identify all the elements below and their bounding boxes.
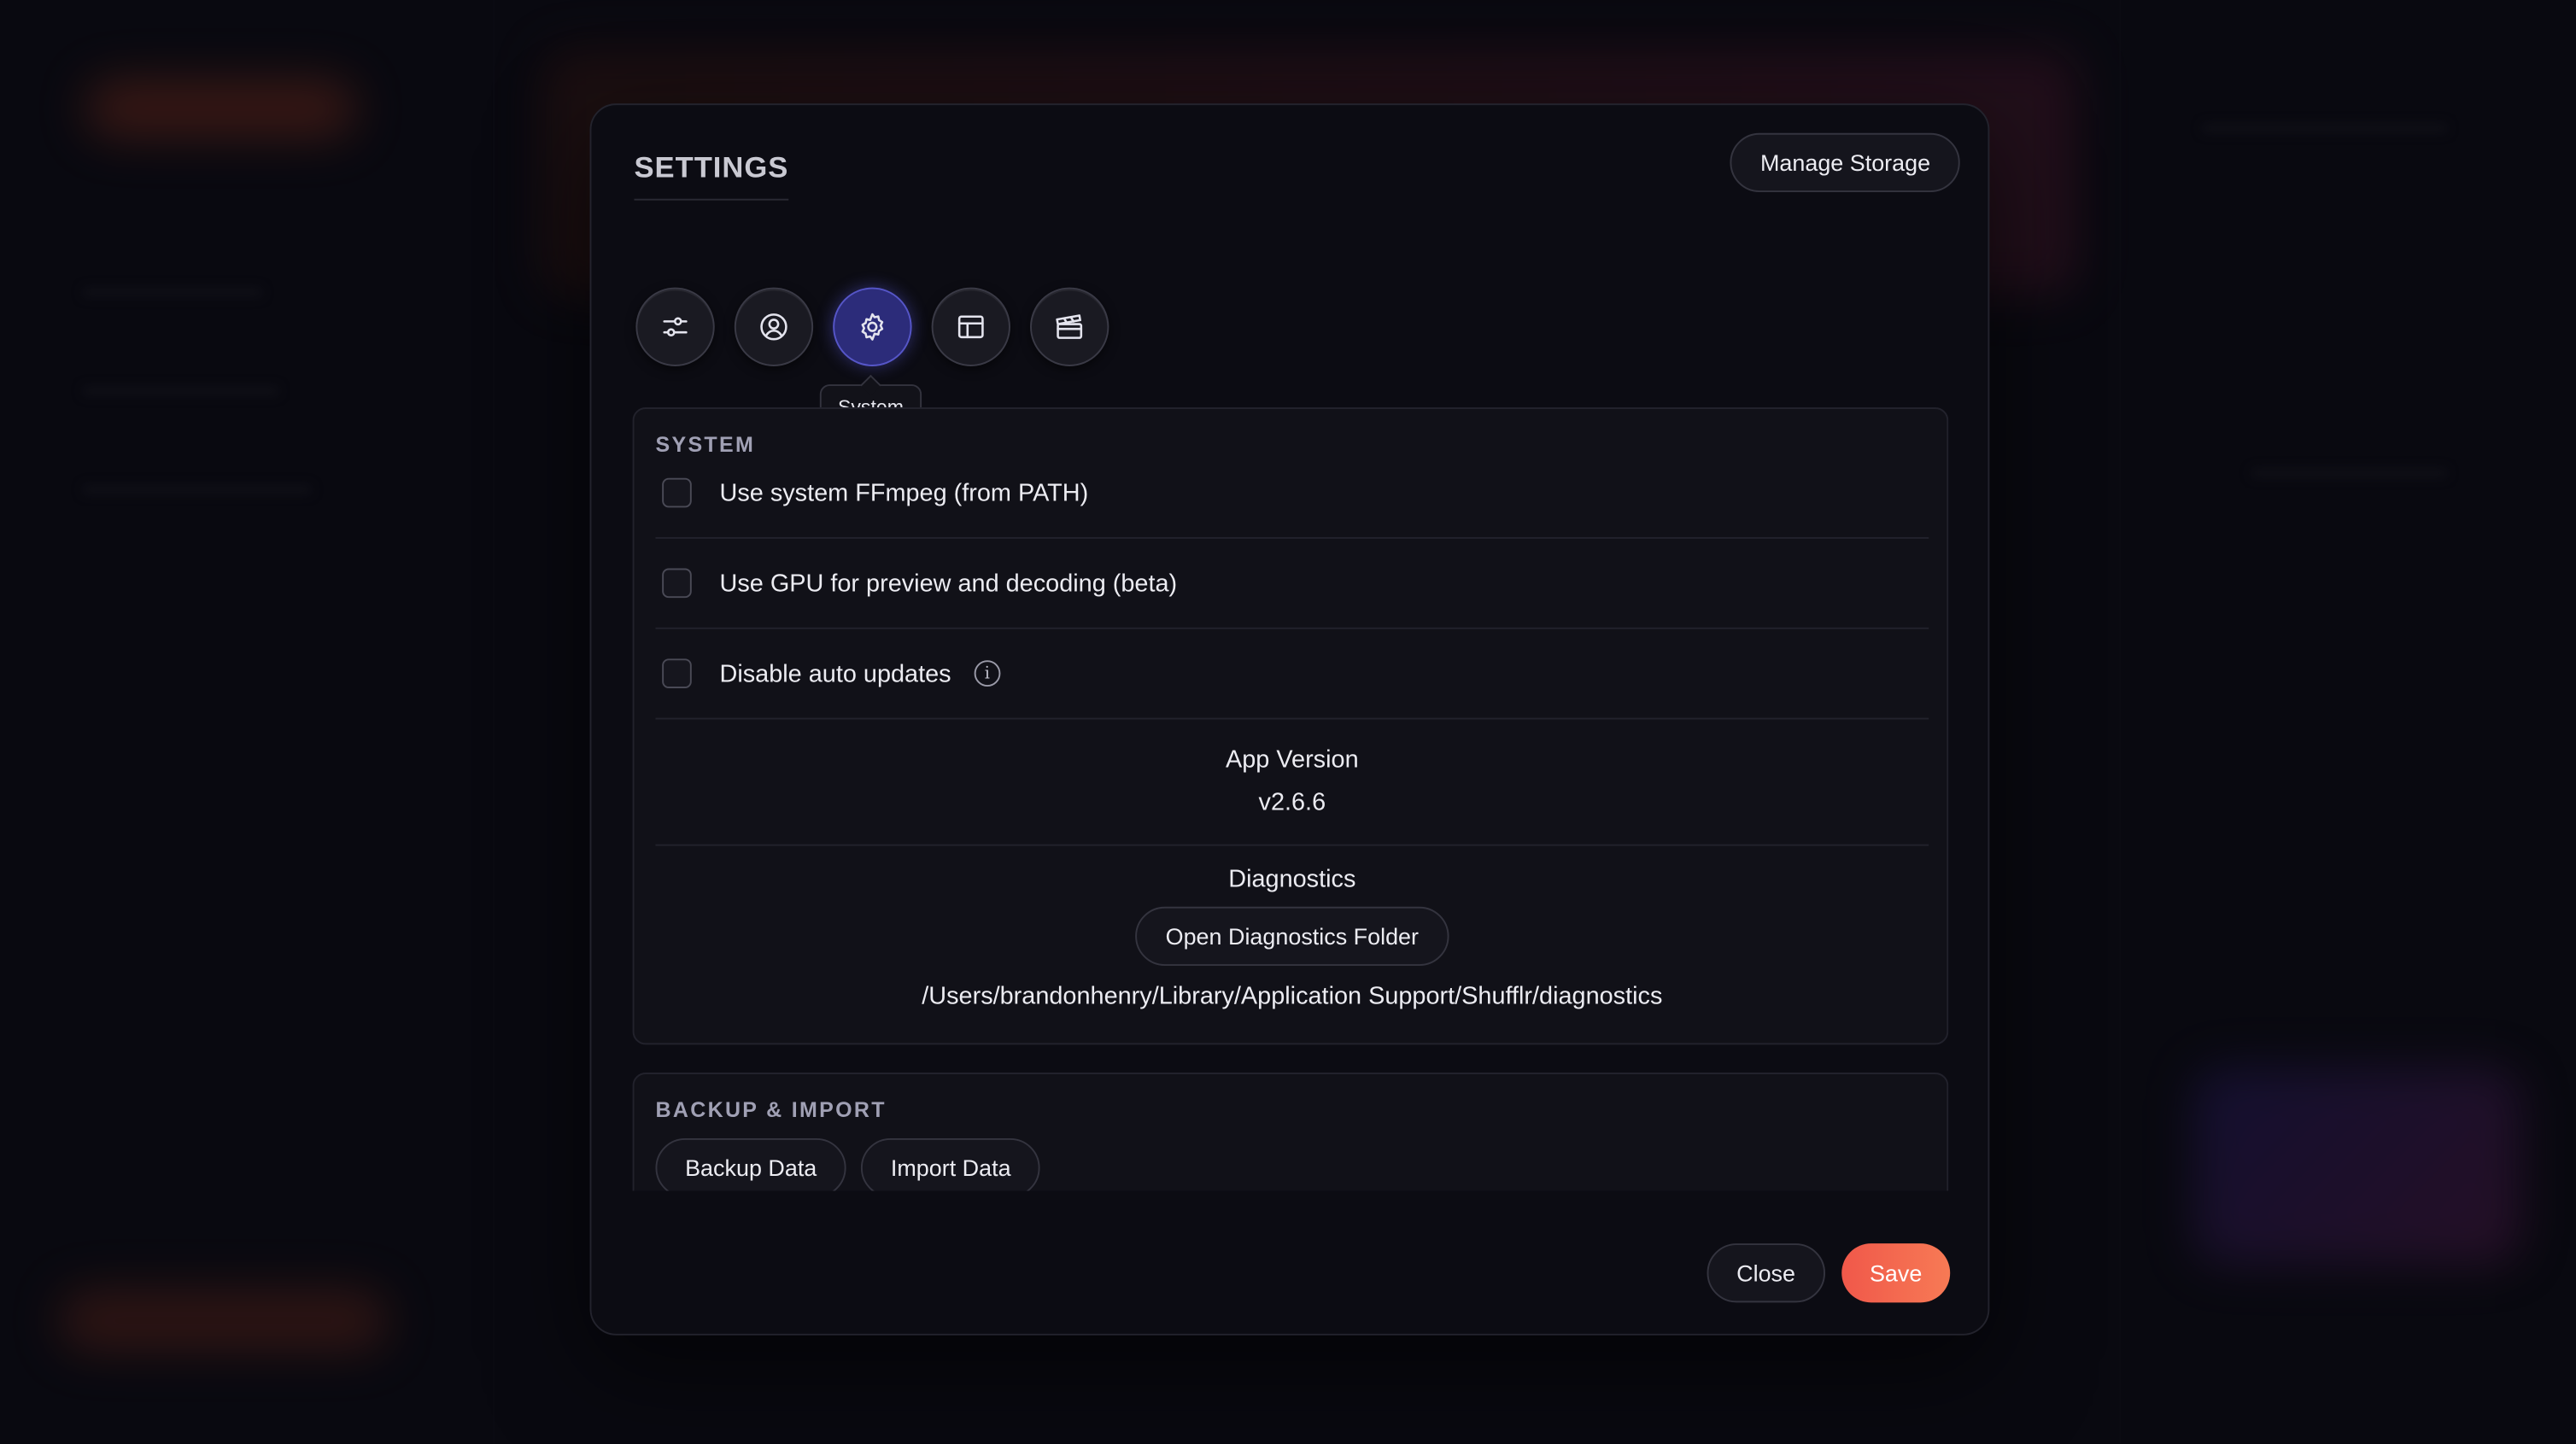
close-button[interactable]: Close xyxy=(1707,1243,1825,1303)
tab-account[interactable] xyxy=(734,287,814,366)
option-label: Use GPU for preview and decoding (beta) xyxy=(719,569,1178,598)
backup-data-button[interactable]: Backup Data xyxy=(655,1137,846,1191)
tab-media[interactable] xyxy=(1030,287,1109,366)
gear-icon xyxy=(861,313,884,341)
option-label: Use system FFmpeg (from PATH) xyxy=(719,478,1089,507)
app-version-block: App Version v2.6.6 xyxy=(655,726,1929,846)
layout-icon xyxy=(957,315,984,339)
tab-system[interactable] xyxy=(833,287,912,366)
settings-dialog: SETTINGS Manage Storage SYSTEM Use syste… xyxy=(589,103,1990,1336)
dialog-title: SETTINGS xyxy=(634,151,789,201)
app-version-value: v2.6.6 xyxy=(1258,788,1326,816)
user-circle-icon xyxy=(760,313,787,341)
option-disable-updates: Disable auto updates i xyxy=(655,629,1929,720)
settings-tabs xyxy=(635,287,1109,366)
open-diagnostics-folder-button[interactable]: Open Diagnostics Folder xyxy=(1136,906,1449,967)
system-section: SYSTEM Use system FFmpeg (from PATH) Use… xyxy=(632,407,1949,1045)
option-label: Disable auto updates xyxy=(719,659,951,687)
tab-layout[interactable] xyxy=(931,287,1010,366)
clapperboard-icon xyxy=(1056,314,1083,339)
save-button[interactable]: Save xyxy=(1841,1243,1951,1303)
gpu-checkbox[interactable] xyxy=(662,568,692,599)
diagnostics-label: Diagnostics xyxy=(1228,865,1356,894)
disable-updates-checkbox[interactable] xyxy=(662,658,692,688)
info-icon[interactable]: i xyxy=(974,660,1001,687)
diagnostics-path: /Users/brandonhenry/Library/Application … xyxy=(922,982,1663,1010)
option-system-ffmpeg: Use system FFmpeg (from PATH) xyxy=(655,448,1929,539)
section-title-backup: BACKUP & IMPORT xyxy=(655,1096,887,1122)
diagnostics-block: Diagnostics Open Diagnostics Folder /Use… xyxy=(655,846,1929,1010)
backup-import-section: BACKUP & IMPORT Backup Data Import Data xyxy=(632,1073,1949,1191)
ffmpeg-checkbox[interactable] xyxy=(662,477,692,508)
settings-scroll-area[interactable]: SYSTEM Use system FFmpeg (from PATH) Use… xyxy=(632,407,1949,1191)
manage-storage-button[interactable]: Manage Storage xyxy=(1730,132,1960,193)
option-use-gpu: Use GPU for preview and decoding (beta) xyxy=(655,539,1929,629)
app-version-label: App Version xyxy=(1226,745,1359,774)
tab-general[interactable] xyxy=(635,287,715,366)
import-data-button[interactable]: Import Data xyxy=(861,1137,1041,1191)
sliders-icon xyxy=(663,317,688,336)
